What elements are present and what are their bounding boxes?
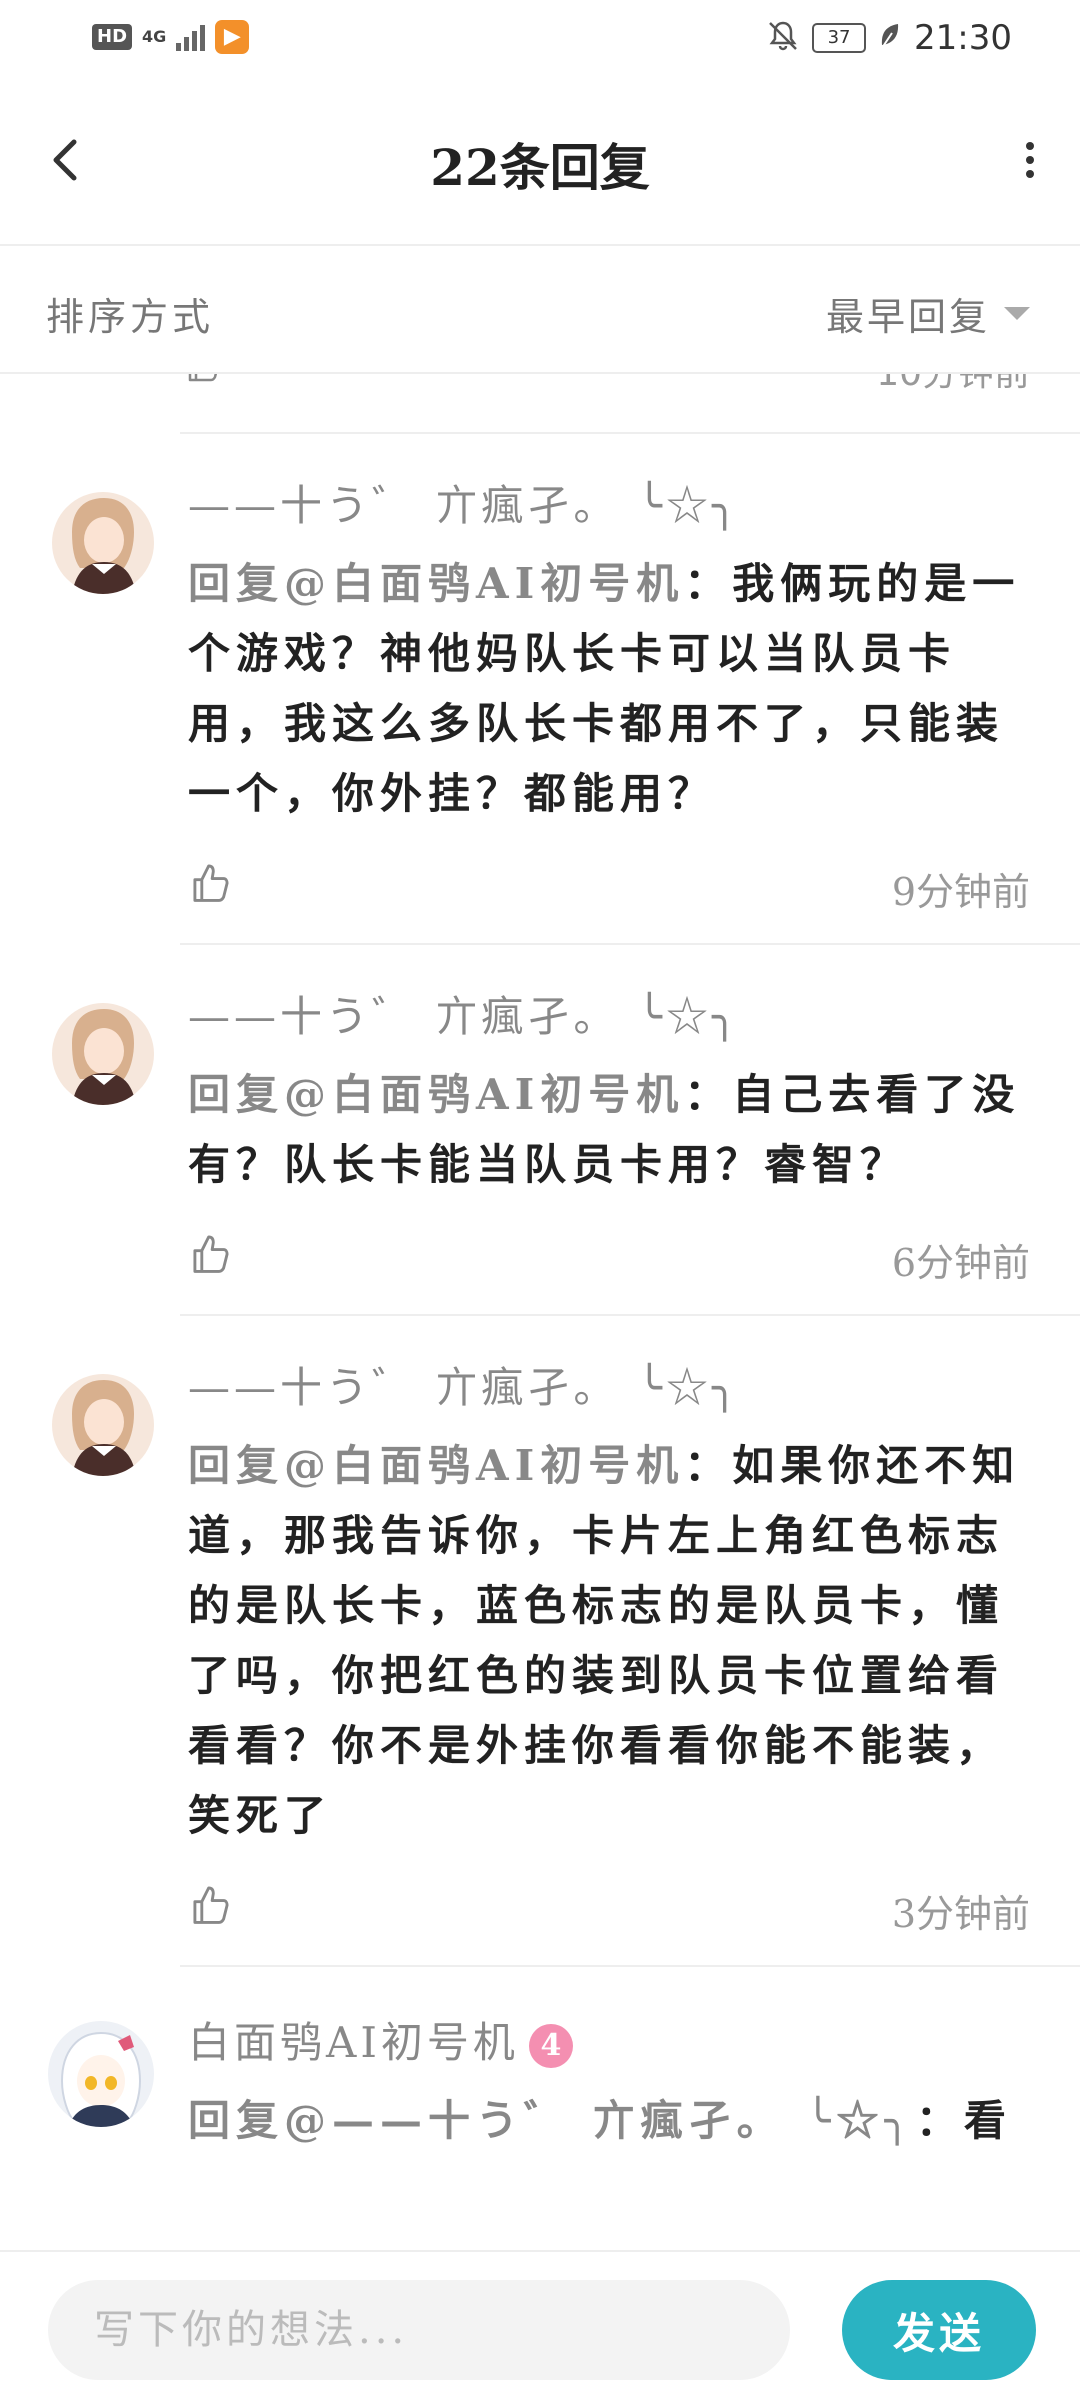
reply-footer: 6分钟前 [188,1224,1030,1314]
reply-feed[interactable]: 10分钟前 ——十う゛ 亣瘋孑。 ╰☆╮ 回复@白面鸮AI初号机：我俩玩的是一个… [0,374,1080,2254]
user-name[interactable]: 白面鸮AI初号机 4 [188,2009,1030,2070]
sort-value: 最早回复 [825,295,990,339]
user-name[interactable]: ——十う゛ 亣瘋孑。 ╰☆╮ [188,472,1030,533]
reply-item: 白面鸮AI初号机 4 回复@——十う゛ 亣瘋孑。 ╰☆╮：看 [0,1967,1080,2156]
reply-item: ——十う゛ 亣瘋孑。 ╰☆╮ 回复@白面鸮AI初号机：我俩玩的是一个游戏？神他妈… [0,434,1080,945]
caret-down-icon [1004,307,1030,320]
thumbs-up-icon[interactable] [188,859,234,905]
status-right: 37 21:30 [766,18,1012,58]
reply-time: 10分钟前 [876,374,1030,396]
network-type: 4G [142,27,167,46]
thumbs-up-icon[interactable] [184,374,224,388]
reply-item: ——十う゛ 亣瘋孑。 ╰☆╮ 回复@白面鸮AI初号机：如果你还不知道，那我告诉你… [0,1316,1080,1967]
hd-badge: HD [92,24,133,50]
mention-link[interactable]: 回复@白面鸮AI初号机 [188,1441,684,1490]
reply-item: ——十う゛ 亣瘋孑。 ╰☆╮ 回复@白面鸮AI初号机：自己去看了没有？队长卡能当… [0,945,1080,1316]
leaf-icon [878,21,902,55]
avatar[interactable] [52,1374,154,1476]
avatar[interactable] [52,1003,154,1105]
thumbs-up-icon[interactable] [188,1230,234,1276]
reply-text: 回复@——十う゛ 亣瘋孑。 ╰☆╮：看 [188,2086,1030,2156]
reply-content: ：看 [915,2096,1012,2145]
media-app-icon: ▶ [215,20,250,54]
page-title: 22条回复 [430,138,650,197]
mention-link[interactable]: 回复@——十う゛ 亣瘋孑。 ╰☆╮ [188,2096,916,2145]
level-badge: 4 [528,2024,573,2068]
top-bar: 22条回复 [0,80,1080,246]
reply-text: 回复@白面鸮AI初号机：我俩玩的是一个游戏？神他妈队长卡可以当队员卡用，我这么多… [188,549,1030,829]
user-name[interactable]: ——十う゛ 亣瘋孑。 ╰☆╮ [188,1354,1030,1415]
status-left: HD 4G ▶ [92,20,250,54]
reply-footer: 3分钟前 [188,1875,1030,1965]
partial-reply-footer: 10分钟前 [180,374,1080,434]
sort-label: 排序方式 [46,295,215,339]
reply-text: 回复@白面鸮AI初号机：自己去看了没有？队长卡能当队员卡用？睿智？ [188,1060,1030,1200]
more-vertical-icon[interactable] [1010,120,1050,200]
avatar[interactable] [52,492,154,594]
reply-time: 9分钟前 [891,870,1030,914]
mention-link[interactable]: 回复@白面鸮AI初号机 [188,1070,684,1119]
reply-time: 3分钟前 [891,1892,1030,1936]
sort-bar: 排序方式 最早回复 [0,246,1080,374]
send-button[interactable]: 发送 [842,2280,1036,2380]
reply-content: ：如果你还不知道，那我告诉你，卡片左上角红色标志的是队长卡，蓝色标志的是队员卡，… [188,1441,1021,1840]
thumbs-up-icon[interactable] [188,1881,234,1927]
comment-input[interactable] [48,2280,790,2380]
reply-footer: 9分钟前 [188,853,1030,943]
sort-dropdown[interactable]: 最早回复 [826,286,1030,341]
avatar[interactable] [48,2021,154,2127]
status-bar: HD 4G ▶ 37 21:30 [0,0,1080,80]
reply-time: 6分钟前 [891,1241,1030,1285]
mute-bell-icon [766,19,800,57]
user-name-text: 白面鸮AI初号机 [188,2018,519,2067]
reply-text: 回复@白面鸮AI初号机：如果你还不知道，那我告诉你，卡片左上角红色标志的是队长卡… [188,1431,1030,1851]
signal-icon [176,23,206,51]
clock: 21:30 [914,18,1012,58]
user-name[interactable]: ——十う゛ 亣瘋孑。 ╰☆╮ [188,983,1030,1044]
mention-link[interactable]: 回复@白面鸮AI初号机 [188,559,684,608]
comment-composer: 发送 [0,2250,1080,2402]
battery-indicator: 37 [812,23,867,53]
